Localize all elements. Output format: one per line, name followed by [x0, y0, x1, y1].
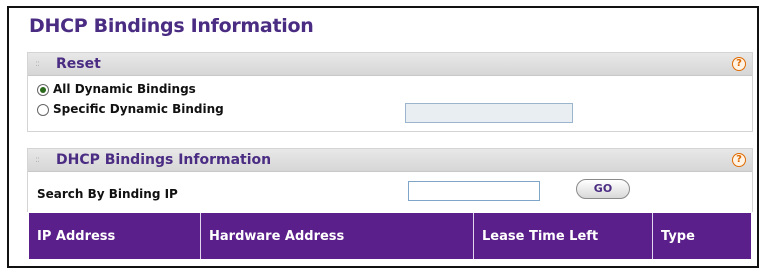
bindings-info-panel: :: DHCP Bindings Information ? Search By…: [27, 148, 753, 212]
grip-icon: ::: [35, 155, 40, 165]
page-title: DHCP Bindings Information: [29, 15, 314, 37]
search-by-binding-ip-label: Search By Binding IP: [37, 187, 178, 201]
all-dynamic-bindings-radio[interactable]: [37, 84, 49, 96]
column-type: Type: [661, 228, 695, 244]
grip-icon: ::: [35, 59, 40, 69]
specific-dynamic-binding-radio[interactable]: [37, 104, 49, 116]
bindings-info-panel-title: DHCP Bindings Information: [56, 152, 272, 168]
all-dynamic-bindings-label: All Dynamic Bindings: [53, 82, 196, 96]
column-hardware-address: Hardware Address: [201, 213, 474, 259]
reset-panel: :: Reset ? All Dynamic Bindings Specific…: [27, 52, 753, 132]
search-binding-ip-input[interactable]: [408, 181, 540, 201]
reset-panel-title: Reset: [56, 56, 101, 72]
go-button[interactable]: GO: [576, 179, 630, 199]
help-icon[interactable]: ?: [732, 153, 746, 167]
specific-binding-input[interactable]: [405, 103, 573, 123]
column-lease-time-left: Lease Time Left: [474, 213, 653, 259]
reset-panel-header: :: Reset ?: [28, 53, 752, 76]
bindings-info-panel-header: :: DHCP Bindings Information ?: [28, 149, 752, 172]
content-frame: DHCP Bindings Information :: Reset ? All…: [7, 6, 759, 268]
column-ip-address: IP Address: [29, 213, 201, 259]
bindings-table-header: IP Address Hardware Address Lease Time L…: [29, 213, 751, 259]
help-icon[interactable]: ?: [732, 57, 746, 71]
specific-dynamic-binding-label: Specific Dynamic Binding: [53, 102, 224, 116]
